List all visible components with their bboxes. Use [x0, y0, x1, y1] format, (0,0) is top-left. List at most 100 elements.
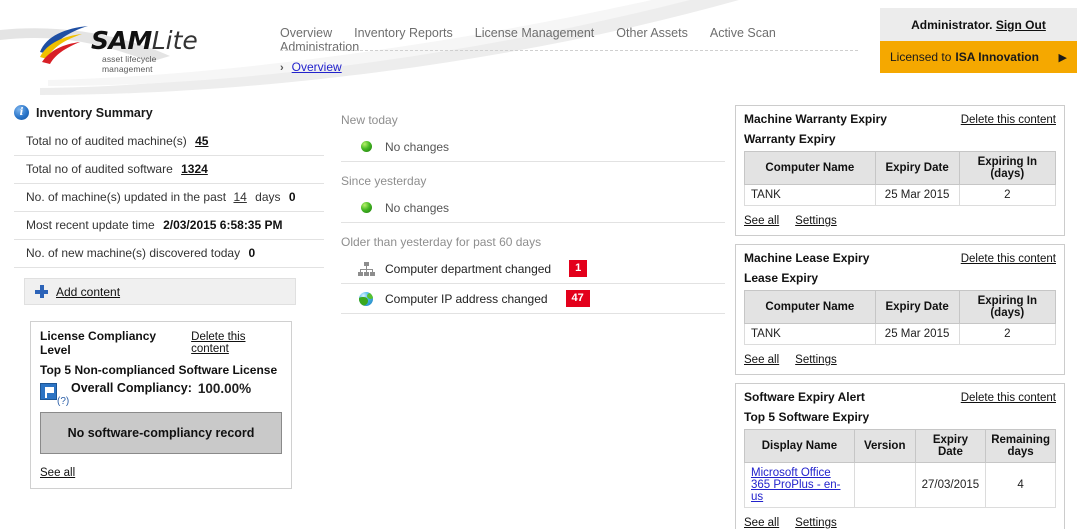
row-label-prefix: No. of machine(s) updated in the past — [26, 190, 227, 204]
license-prefix: Licensed to — [890, 50, 952, 64]
breadcrumb-link-overview[interactable]: Overview — [292, 60, 342, 74]
group-title-since-yesterday: Since yesterday — [341, 174, 427, 188]
column-header[interactable]: Expiry Date — [874, 151, 960, 185]
help-question-icon[interactable]: (?) — [57, 396, 69, 407]
nav-item-inventory-reports[interactable]: Inventory Reports — [354, 26, 453, 40]
license-compliancy-subtitle: Top 5 Non-complianced Software License — [40, 363, 278, 377]
column-header[interactable]: Expiry Date — [914, 429, 987, 463]
group-title-older-than-yesterday: Older than yesterday for past 60 days — [341, 235, 542, 249]
row-label: Most recent update time — [26, 218, 155, 232]
warranty-expiry-table: Computer Name Expiry Date Expiring In (d… — [744, 151, 1057, 206]
machine-warranty-expiry-panel: Machine Warranty Expiry Delete this cont… — [735, 105, 1065, 236]
logo-swoosh-icon — [40, 26, 88, 64]
delete-this-content-link[interactable]: Delete this content — [961, 253, 1056, 265]
recent-update-time-value: 2/03/2015 6:58:35 PM — [163, 218, 283, 232]
no-compliancy-record-message: No software-compliancy record — [40, 412, 282, 454]
logo-tagline: asset lifecycle management — [102, 54, 157, 74]
delete-this-content-link[interactable]: Delete this content — [961, 392, 1056, 404]
column-header[interactable]: Display Name — [744, 429, 855, 463]
network-tree-icon — [357, 261, 375, 276]
add-content-button[interactable]: Add content — [24, 278, 296, 305]
nav-item-license-management[interactable]: License Management — [475, 26, 595, 40]
app-logo: SAMLite asset lifecycle management — [36, 24, 198, 74]
panel-footer-links: See all Settings — [744, 517, 1056, 529]
table-row[interactable]: TANK 25 Mar 2015 2 — [744, 184, 1057, 206]
row-label: Total no of audited software — [26, 162, 173, 176]
cell-expiry-date: 25 Mar 2015 — [874, 184, 960, 206]
column-header[interactable]: Version — [853, 429, 916, 463]
panel-footer-links: See all Settings — [744, 215, 1056, 227]
column-header[interactable]: Computer Name — [744, 290, 876, 324]
overall-compliancy-label: Overall Compliancy: — [71, 381, 192, 395]
license-compliancy-footer: See all — [40, 465, 282, 479]
audited-software-value[interactable]: 1324 — [181, 162, 208, 176]
arrow-right-icon[interactable]: ▶ — [1059, 51, 1067, 64]
cell-version — [853, 462, 916, 508]
page-root: SAMLite asset lifecycle management Overv… — [0, 0, 1077, 529]
cell-expiry-date: 27/03/2015 — [914, 462, 987, 508]
nav-item-overview[interactable]: Overview — [280, 26, 332, 40]
column-header[interactable]: Expiring In (days) — [958, 290, 1057, 324]
panel-title: Machine Warranty Expiry — [744, 112, 887, 126]
add-content-label[interactable]: Add content — [56, 285, 120, 299]
panel-subtitle: Warranty Expiry — [744, 132, 836, 146]
inventory-summary-title: i Inventory Summary — [14, 105, 324, 120]
column-header[interactable]: Expiring In (days) — [958, 151, 1057, 185]
change-row[interactable]: No changes — [341, 132, 725, 162]
settings-link[interactable]: Settings — [795, 354, 837, 366]
panel-title: Software Expiry Alert — [744, 390, 865, 404]
license-owner: ISA Innovation — [955, 50, 1039, 64]
table-header-row: Computer Name Expiry Date Expiring In (d… — [744, 290, 1057, 324]
page-header: SAMLite asset lifecycle management Overv… — [0, 0, 1077, 95]
see-all-link[interactable]: See all — [744, 354, 779, 366]
delete-this-content-link[interactable]: Delete this content — [191, 331, 282, 355]
logo-brand-bold: SAM — [91, 26, 152, 55]
cell-expiring-in-days: 2 — [958, 323, 1057, 345]
table-row[interactable]: Microsoft Office 365 ProPlus - en-us 27/… — [744, 462, 1056, 508]
changes-feed-column: New today No changes Since yesterday No … — [341, 113, 725, 314]
delete-this-content-link[interactable]: Delete this content — [961, 114, 1056, 126]
panel-footer-links: See all Settings — [744, 354, 1056, 366]
cell-expiring-in-days: 2 — [958, 184, 1057, 206]
column-header[interactable]: Expiry Date — [874, 290, 960, 324]
inventory-row-recent-update-time: Most recent update time 2/03/2015 6:58:3… — [14, 212, 324, 240]
table-row[interactable]: TANK 25 Mar 2015 2 — [744, 323, 1057, 345]
see-all-link[interactable]: See all — [744, 517, 779, 529]
nav-item-other-assets[interactable]: Other Assets — [616, 26, 688, 40]
change-label: Computer department changed — [385, 261, 552, 276]
past-days-input[interactable]: 14 — [233, 190, 246, 204]
panel-subtitle: Top 5 Software Expiry — [744, 410, 870, 424]
green-status-icon — [357, 141, 375, 152]
logo-wordmark: SAMLite — [91, 26, 198, 55]
software-name-link[interactable]: Microsoft Office 365 ProPlus - en-us — [751, 467, 841, 503]
cell-remaining-days: 4 — [985, 462, 1056, 508]
overall-compliancy-value: 100.00% — [197, 381, 252, 396]
lease-expiry-table: Computer Name Expiry Date Expiring In (d… — [744, 290, 1057, 345]
sign-out-link[interactable]: Sign Out — [996, 18, 1046, 32]
change-row[interactable]: No changes — [341, 193, 725, 223]
change-row[interactable]: Computer IP address changed 47 — [341, 284, 725, 314]
see-all-link[interactable]: See all — [40, 467, 75, 479]
nav-item-administration[interactable]: Administration — [280, 40, 359, 54]
group-title-new-today: New today — [341, 113, 398, 127]
panel-header: Machine Warranty Expiry Delete this cont… — [744, 112, 1056, 126]
row-label: Total no of audited machine(s) — [26, 134, 187, 148]
panel-subtitle: Lease Expiry — [744, 271, 819, 285]
admin-bar: Administrator. Sign Out — [880, 8, 1077, 41]
table-header-row: Display Name Version Expiry Date Remaini… — [744, 429, 1056, 463]
change-row[interactable]: Computer department changed 1 — [341, 254, 725, 284]
column-header[interactable]: Computer Name — [744, 151, 876, 185]
license-banner[interactable]: Licensed to ISA Innovation ▶ — [880, 41, 1077, 73]
nav-item-active-scan[interactable]: Active Scan — [710, 26, 776, 40]
logo-brand-light: Lite — [151, 26, 198, 55]
column-header[interactable]: Remaining days — [985, 429, 1056, 463]
audited-machines-value[interactable]: 45 — [195, 134, 208, 148]
settings-link[interactable]: Settings — [795, 517, 837, 529]
settings-link[interactable]: Settings — [795, 215, 837, 227]
inventory-row-new-machines-today: No. of new machine(s) discovered today 0 — [14, 240, 324, 268]
green-status-icon — [357, 202, 375, 213]
panel-header: Software Expiry Alert Delete this conten… — [744, 390, 1056, 404]
see-all-link[interactable]: See all — [744, 215, 779, 227]
